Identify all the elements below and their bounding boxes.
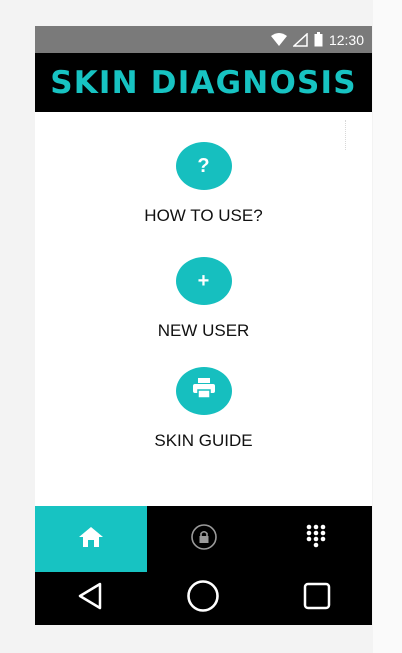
recents-icon[interactable] xyxy=(303,582,331,615)
app-title: SKIN DIAGNOSIS xyxy=(50,64,357,101)
status-bar: 12:30 xyxy=(35,26,372,53)
how-to-use-label: HOW TO USE? xyxy=(144,206,263,225)
signal-icon xyxy=(292,32,308,47)
menu-item-how-to-use[interactable]: ? HOW TO USE? xyxy=(35,142,372,226)
background-strip xyxy=(373,0,402,653)
battery-icon xyxy=(314,32,323,47)
help-icon: ? xyxy=(197,154,210,177)
plus-icon: + xyxy=(197,269,210,292)
skin-guide-label: SKIN GUIDE xyxy=(154,431,253,450)
menu-item-skin-guide[interactable]: SKIN GUIDE xyxy=(35,367,372,451)
status-time: 12:30 xyxy=(328,31,364,48)
home-icon xyxy=(78,526,104,553)
dialpad-icon xyxy=(305,523,327,556)
app-bar: SKIN DIAGNOSIS xyxy=(35,53,372,112)
wifi-icon xyxy=(270,33,287,46)
new-user-label: NEW USER xyxy=(157,321,250,340)
home-circle-icon[interactable] xyxy=(186,579,220,618)
lock-icon xyxy=(190,523,218,556)
phone-screen: 12:30 SKIN DIAGNOSIS ? HOW TO USE? + NEW… xyxy=(35,26,372,625)
new-user-button[interactable]: + xyxy=(175,257,232,305)
bottom-navigation xyxy=(35,506,372,572)
tab-dialpad[interactable] xyxy=(260,506,372,572)
tab-lock[interactable] xyxy=(147,506,260,572)
system-navigation-bar xyxy=(35,572,372,625)
skin-guide-button[interactable] xyxy=(175,367,232,415)
menu-item-new-user[interactable]: + NEW USER xyxy=(35,257,372,341)
printer-icon xyxy=(192,377,216,405)
back-icon[interactable] xyxy=(77,582,103,615)
help-button[interactable]: ? xyxy=(175,142,232,190)
tab-home[interactable] xyxy=(35,506,147,572)
